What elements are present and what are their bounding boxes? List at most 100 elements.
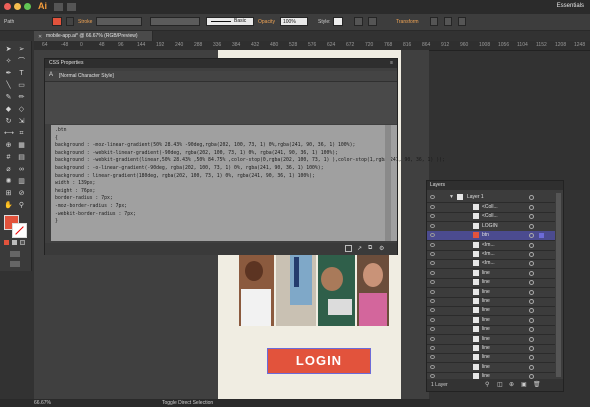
visibility-icon[interactable] [430,374,435,379]
visibility-icon[interactable] [430,270,435,275]
css-panel-titlebar[interactable]: CSS Properties ≡ [45,59,397,68]
transform-label[interactable]: Transform [396,19,419,25]
selection-indicator-icon[interactable] [539,233,544,239]
none-mode-icon[interactable] [20,240,25,245]
type-tool-icon[interactable]: T [17,69,26,78]
target-icon[interactable] [529,252,534,257]
visibility-icon[interactable] [430,346,435,350]
pen-tool-icon[interactable]: ✒ [4,69,13,78]
clipping-mask-icon[interactable]: ◫ [497,381,503,388]
visibility-icon[interactable] [430,205,435,209]
zoom-level[interactable]: 66.67% [34,400,51,406]
visibility-icon[interactable] [430,327,435,332]
fill-dropdown[interactable] [66,17,74,26]
export-css-icon[interactable]: ↗ [357,245,362,252]
new-layer-icon[interactable]: ▣ [521,381,527,388]
target-icon[interactable] [529,195,534,200]
code-scrollbar[interactable] [385,125,391,241]
color-mode-icon[interactable] [4,240,9,245]
target-icon[interactable] [529,270,534,276]
artboard-tool-icon[interactable]: ⊞ [4,189,13,198]
variable-width-dropdown[interactable] [150,17,200,26]
target-icon[interactable] [529,261,534,267]
panel-menu-icon[interactable]: ≡ [390,60,393,66]
document-tab[interactable]: ✕ mobile-app.ai* @ 66.67% (RGB/Preview) [34,31,153,41]
selection-tool-icon[interactable]: ➤ [4,45,13,54]
blend-tool-icon[interactable]: ∞ [17,165,26,174]
gradient-mode-icon[interactable] [12,240,17,245]
visibility-icon[interactable] [430,223,435,228]
character-style-row[interactable]: A [Normal Character Style] [45,71,397,82]
scale-tool-icon[interactable]: ⇲ [17,117,26,126]
visibility-icon[interactable] [430,214,435,219]
fill-color-swatch[interactable] [52,17,62,26]
graphic-style-swatch[interactable] [333,17,343,26]
visibility-icon[interactable] [430,280,435,285]
line-tool-icon[interactable]: ╲ [4,81,13,90]
magic-wand-tool-icon[interactable]: ✧ [4,57,13,66]
blob-brush-tool-icon[interactable]: ◆ [4,105,13,114]
eraser-tool-icon[interactable]: ◇ [17,105,26,114]
slice-tool-icon[interactable]: ⊘ [17,189,26,198]
workspace-switcher[interactable]: Essentials [557,3,584,9]
photo-student-1[interactable] [239,255,274,326]
css-code-view[interactable]: .btn { background : -moz-linear-gradient(… [51,125,445,241]
visibility-icon[interactable] [430,252,435,256]
target-icon[interactable] [529,223,534,229]
target-icon[interactable] [529,214,534,220]
target-icon[interactable] [529,289,534,295]
target-icon[interactable] [529,327,534,333]
target-icon[interactable] [529,205,534,210]
visibility-icon[interactable] [430,242,435,247]
perspective-grid-tool-icon[interactable]: ▦ [17,141,26,150]
css-options-icon[interactable]: ⚙ [379,245,384,252]
target-icon[interactable] [529,242,534,248]
visibility-icon[interactable] [430,308,435,313]
target-icon[interactable] [529,355,534,361]
zoom-tool-icon[interactable]: ⚲ [17,201,26,210]
target-icon[interactable] [529,299,534,304]
gradient-tool-icon[interactable]: ▤ [17,153,26,162]
symbol-sprayer-tool-icon[interactable]: ✺ [4,177,13,186]
bridge-icon[interactable] [54,3,63,11]
visibility-icon[interactable] [430,233,435,238]
width-tool-icon[interactable]: ⟷ [4,129,14,138]
login-button[interactable]: LOGIN [267,348,371,374]
document-setup-icon[interactable] [354,17,363,26]
lasso-tool-icon[interactable]: ⌒ [17,57,26,66]
drawing-mode-icon[interactable] [10,251,20,257]
photo-student-3[interactable] [318,255,355,326]
stroke-weight-field[interactable] [96,17,142,26]
paintbrush-tool-icon[interactable]: ✎ [4,93,13,102]
screen-mode-icon[interactable] [10,261,20,267]
arrange-icon[interactable] [67,3,76,11]
pencil-tool-icon[interactable]: ✏ [17,93,26,102]
visibility-icon[interactable] [430,355,435,360]
align-icon[interactable] [430,17,438,26]
visibility-icon[interactable] [430,336,435,341]
opacity-field[interactable]: 100% [280,17,308,26]
minimize-window-icon[interactable] [14,3,21,10]
brush-definition-dropdown[interactable]: Basic [206,17,254,26]
hand-tool-icon[interactable]: ✋ [4,201,13,210]
visibility-icon[interactable] [430,195,435,199]
eyedropper-tool-icon[interactable]: ⌀ [4,165,13,174]
opacity-label[interactable]: Opacity [258,19,275,25]
panel-menu-icon[interactable] [458,17,466,26]
layers-tab[interactable]: Layers [427,181,563,190]
visibility-icon[interactable] [430,299,435,303]
target-icon[interactable] [529,317,534,323]
target-icon[interactable] [529,364,534,370]
target-icon[interactable] [529,336,534,342]
new-sublayer-icon[interactable]: ⊕ [509,381,514,388]
preferences-icon[interactable] [368,17,377,26]
rectangle-tool-icon[interactable]: ▭ [17,81,26,90]
delete-layer-icon[interactable]: 🗑 [533,381,541,388]
copy-css-icon[interactable]: ⧉ [368,245,372,252]
shape-builder-tool-icon[interactable]: ⊕ [4,141,13,150]
close-tab-icon[interactable]: ✕ [38,34,42,40]
expand-triangle-icon[interactable]: ▼ [449,194,454,200]
mesh-tool-icon[interactable]: # [4,153,13,162]
isolate-icon[interactable] [444,17,452,26]
stroke-label[interactable]: Stroke [78,19,92,25]
